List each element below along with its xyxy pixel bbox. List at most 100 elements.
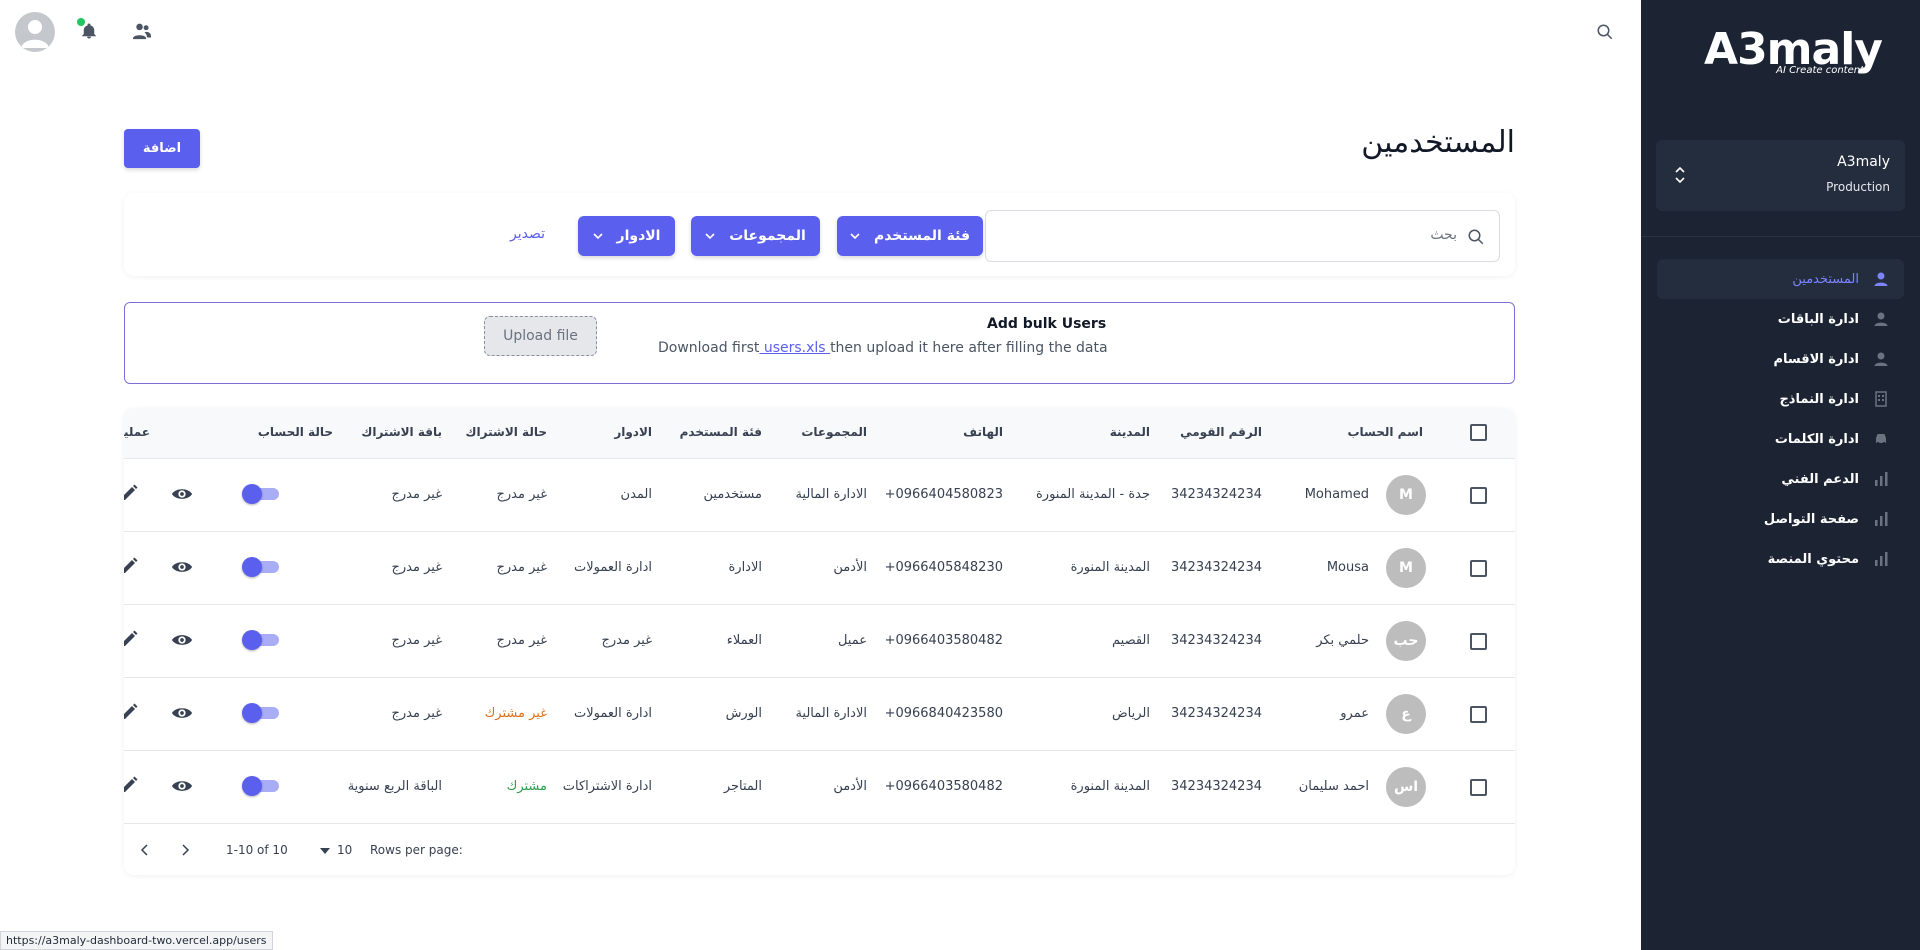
sidebar-item-users[interactable]: المستخدمين [1657,259,1904,299]
cell-package: غير مدرج [391,487,442,502]
pagination-range: 1-10 of 10 [226,843,288,857]
edit-icon[interactable] [124,557,138,575]
cell-roles: ادارة الاشتراكات [562,779,652,794]
cell-national-id: 34234324234 [1171,633,1262,648]
table-row: ع عمرو 34234324234 الرياض +0966840423580 الاد… [124,677,1515,750]
bell-icon[interactable] [80,22,98,40]
col-sub-status: حالة الاشتراك [465,425,547,439]
cell-city: المدينة المنورة [1070,560,1150,575]
users-group-icon[interactable] [132,22,152,40]
cell-category: الادارة [728,560,762,575]
view-icon[interactable] [171,559,193,575]
cell-category: مستخدمين [703,487,762,502]
account-status-toggle[interactable] [242,630,279,650]
cell-package: غير مدرج [391,633,442,648]
search-icon[interactable] [1596,23,1614,41]
cell-roles: غير مدرج [601,633,652,648]
prev-page-icon[interactable] [140,844,150,856]
export-link[interactable]: تصدير [510,226,545,242]
sidebar-item-label: ادارة الكلمات [1774,431,1859,447]
sidebar-item-label: المستخدمين [1792,271,1859,287]
account-status-toggle[interactable] [242,557,279,577]
search-icon [1468,229,1484,245]
add-user-button[interactable]: اضافة [124,129,200,168]
dropdown-label: فئة المستخدم [873,228,971,244]
sidebar-item-label: محتوي المنصة [1767,551,1859,567]
download-template-link[interactable]: users.xls [759,340,830,356]
account-status-toggle[interactable] [242,776,279,796]
upload-file-button[interactable]: Upload file [484,316,597,356]
workspace-switcher[interactable]: A3maly Production [1656,140,1905,211]
cell-name: احمد سليمان [1298,779,1369,794]
cell-package: غير مدرج [391,560,442,575]
cell-name: عمرو [1340,706,1369,721]
workspace-env: Production [1826,180,1890,194]
sidebar-item-label: ادارة الباقات [1777,311,1859,327]
user-avatar[interactable] [15,12,55,52]
pagination: Rows per page: 10 1-10 of 10 [124,823,1515,875]
logo-tagline: AI Create content [1776,65,1864,76]
sidebar-item-packages[interactable]: ادارة الباقات [1657,299,1904,339]
search-input[interactable]: بحث [985,210,1500,262]
bar-chart-icon [1875,512,1888,526]
car-icon [1876,434,1886,445]
user-icon [1874,352,1888,366]
view-icon[interactable] [171,486,193,502]
avatar: اس [1386,767,1426,807]
cell-sub-status: مشترك [506,779,547,794]
cell-phone: +0966404580823 [884,487,1003,502]
sidebar-item-label: ادارة الاقسام [1773,351,1859,367]
row-checkbox[interactable] [1470,779,1487,796]
sidebar-item-sections[interactable]: ادارة الاقسام [1657,339,1904,379]
rows-per-page-select[interactable]: 10 [337,843,352,857]
cell-national-id: 34234324234 [1171,706,1262,721]
sidebar-item-contact[interactable]: صفحة التواصل [1657,499,1904,539]
account-status-toggle[interactable] [242,703,279,723]
row-checkbox[interactable] [1470,633,1487,650]
sidebar-item-support[interactable]: الدعم الفني [1657,459,1904,499]
col-city: المدينة [1109,425,1150,439]
select-all-checkbox[interactable] [1470,424,1487,441]
edit-icon[interactable] [124,703,138,721]
table-row: M Mousa 34234324234 المدينة المنورة +0966405… [124,531,1515,604]
edit-icon[interactable] [124,484,138,502]
cell-city: الرياض [1111,706,1150,721]
cell-category: الورش [725,706,762,721]
view-icon[interactable] [171,705,193,721]
account-status-toggle[interactable] [242,484,279,504]
edit-icon[interactable] [124,630,138,648]
caret-down-icon[interactable] [320,848,330,854]
next-page-icon[interactable] [180,844,190,856]
app-logo[interactable]: A3maly AI Create content [1672,22,1883,82]
col-phone: الهاتف [963,425,1003,439]
user-category-dropdown[interactable]: فئة المستخدم [837,216,983,256]
chevron-down-icon [705,233,715,239]
roles-dropdown[interactable]: الادوار [578,216,675,256]
sidebar-nav: المستخدمين ادارة الباقات ادارة الاقسام ا… [1657,259,1904,579]
cell-roles: ادارة العمولات [574,560,652,575]
sidebar-item-words[interactable]: ادارة الكلمات [1657,419,1904,459]
cell-city: المدينة المنورة [1070,779,1150,794]
sidebar-item-forms[interactable]: ادارة النماذج [1657,379,1904,419]
col-groups: المجموعات [801,425,867,439]
cell-city: جدة - المدينة المنورة [1036,487,1150,502]
cell-sub-status: غير مدرج [496,487,547,502]
cell-groups: الأدمن [833,779,867,794]
sidebar-item-content[interactable]: محتوي المنصة [1657,539,1904,579]
col-account-status: حالة الحساب [257,425,333,439]
view-icon[interactable] [171,778,193,794]
rows-per-page-label: Rows per page: [370,843,463,857]
view-icon[interactable] [171,632,193,648]
edit-icon[interactable] [124,776,138,794]
col-package: باقة الاشتراك [361,425,442,439]
row-checkbox[interactable] [1470,706,1487,723]
row-checkbox[interactable] [1470,487,1487,504]
dropdown-label: الادوار [616,228,661,244]
page-title: المستخدمين [1361,125,1515,160]
row-checkbox[interactable] [1470,560,1487,577]
groups-dropdown[interactable]: المجموعات [691,216,820,256]
cell-sub-status: غير مدرج [496,560,547,575]
cell-package: الباقة الربع سنوية [347,779,442,794]
cell-sub-status: غير مشترك [484,706,547,721]
col-category: فئة المستخدم [679,425,762,439]
